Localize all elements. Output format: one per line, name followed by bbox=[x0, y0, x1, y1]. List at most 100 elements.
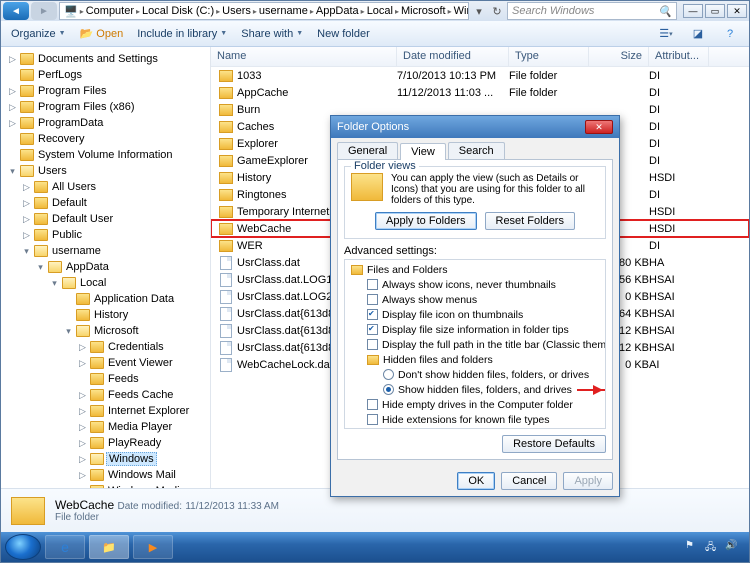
taskbar-explorer[interactable]: 📁 bbox=[89, 535, 129, 559]
tree-node[interactable]: ▷Public bbox=[3, 227, 210, 243]
open-button[interactable]: 📂 Open bbox=[80, 27, 124, 40]
tree-node[interactable]: ▾username bbox=[3, 243, 210, 259]
tree-node[interactable]: ▾Users bbox=[3, 163, 210, 179]
checkbox[interactable] bbox=[367, 324, 378, 335]
tree-node[interactable]: Recovery bbox=[3, 131, 210, 147]
file-row[interactable]: 10337/10/2013 10:13 PMFile folderDI bbox=[211, 67, 749, 84]
breadcrumb-item[interactable]: Windows bbox=[454, 5, 469, 17]
tree-twisty[interactable]: ▾ bbox=[49, 278, 60, 289]
adv-item[interactable]: Hide protected operating system files (R… bbox=[347, 427, 603, 429]
tree-twisty[interactable]: ▷ bbox=[21, 182, 32, 193]
tree-node[interactable]: ▾Local bbox=[3, 275, 210, 291]
tree-twisty[interactable]: ▷ bbox=[7, 102, 18, 113]
tree-node[interactable]: ▷Program Files bbox=[3, 83, 210, 99]
adv-item[interactable]: Show hidden files, folders, and drives bbox=[347, 382, 603, 397]
checkbox[interactable] bbox=[367, 294, 378, 305]
advanced-settings-list[interactable]: Files and FoldersAlways show icons, neve… bbox=[344, 259, 606, 429]
help-button[interactable]: ? bbox=[721, 25, 739, 43]
cancel-button[interactable]: Cancel bbox=[501, 472, 557, 490]
col-type[interactable]: Type bbox=[509, 47, 589, 66]
tree-node[interactable]: ▷Default User bbox=[3, 211, 210, 227]
tree-twisty[interactable]: ▷ bbox=[7, 54, 18, 65]
tray-network-icon[interactable]: 🖧 bbox=[705, 540, 719, 554]
system-tray[interactable]: ⚑ 🖧 🔊 bbox=[685, 540, 745, 554]
apply-button[interactable]: Apply bbox=[563, 472, 613, 490]
column-headers[interactable]: Name Date modified Type Size Attribut... bbox=[211, 47, 749, 67]
checkbox[interactable] bbox=[367, 339, 378, 350]
breadcrumb-item[interactable]: Local Disk (C:) bbox=[142, 5, 214, 17]
adv-item[interactable]: Display file size information in folder … bbox=[347, 322, 603, 337]
tree-node[interactable]: ▷Windows bbox=[3, 451, 210, 467]
tree-twisty[interactable]: ▷ bbox=[77, 358, 88, 369]
tree-twisty[interactable]: ▾ bbox=[63, 326, 74, 337]
forward-button[interactable]: ► bbox=[31, 2, 57, 20]
breadcrumb-item[interactable]: AppData bbox=[316, 5, 359, 17]
tree-twisty[interactable]: ▷ bbox=[77, 422, 88, 433]
tree-twisty[interactable]: ▷ bbox=[7, 86, 18, 97]
tree-node[interactable]: ▷Feeds Cache bbox=[3, 387, 210, 403]
adv-item[interactable]: Hidden files and folders bbox=[347, 352, 603, 367]
tree-node[interactable]: Application Data bbox=[3, 291, 210, 307]
tree-twisty[interactable]: ▷ bbox=[77, 470, 88, 481]
refresh-button[interactable]: ↻ bbox=[489, 5, 505, 18]
tree-node[interactable]: ▷Internet Explorer bbox=[3, 403, 210, 419]
new-folder-button[interactable]: New folder bbox=[317, 28, 370, 40]
checkbox[interactable] bbox=[367, 399, 378, 410]
breadcrumb-item[interactable]: username bbox=[259, 5, 308, 17]
share-with-menu[interactable]: Share with▼ bbox=[241, 28, 303, 40]
tree-node[interactable]: PerfLogs bbox=[3, 67, 210, 83]
search-input[interactable]: Search Windows 🔍 bbox=[507, 2, 677, 20]
tree-twisty[interactable]: ▷ bbox=[77, 406, 88, 417]
checkbox[interactable] bbox=[367, 414, 378, 425]
tree-node[interactable]: Feeds bbox=[3, 371, 210, 387]
tree-node[interactable]: ▷Media Player bbox=[3, 419, 210, 435]
col-date[interactable]: Date modified bbox=[397, 47, 509, 66]
organize-menu[interactable]: Organize▼ bbox=[11, 28, 66, 40]
tree-node[interactable]: ▷All Users bbox=[3, 179, 210, 195]
start-button[interactable] bbox=[5, 534, 41, 560]
ok-button[interactable]: OK bbox=[457, 472, 495, 490]
tree-node[interactable]: ▷Default bbox=[3, 195, 210, 211]
folder-tree[interactable]: ▷Documents and SettingsPerfLogs▷Program … bbox=[1, 47, 211, 488]
breadcrumb-item[interactable]: Users bbox=[222, 5, 251, 17]
breadcrumb-dropdown[interactable]: ▾ bbox=[471, 5, 487, 18]
tree-node[interactable]: ▷PlayReady bbox=[3, 435, 210, 451]
tray-volume-icon[interactable]: 🔊 bbox=[725, 540, 739, 554]
tab-view[interactable]: View bbox=[400, 143, 446, 160]
tree-node[interactable]: ▷Credentials bbox=[3, 339, 210, 355]
dialog-title[interactable]: Folder Options ✕ bbox=[331, 116, 619, 138]
breadcrumb-item[interactable]: Local bbox=[367, 5, 393, 17]
tree-twisty[interactable]: ▷ bbox=[21, 230, 32, 241]
adv-item[interactable]: Files and Folders bbox=[347, 262, 603, 277]
maximize-button[interactable]: ▭ bbox=[705, 4, 725, 18]
checkbox[interactable] bbox=[367, 309, 378, 320]
tree-twisty[interactable]: ▾ bbox=[7, 166, 18, 177]
tree-twisty[interactable]: ▷ bbox=[77, 390, 88, 401]
adv-item[interactable]: Hide extensions for known file types bbox=[347, 412, 603, 427]
tree-twisty[interactable]: ▾ bbox=[35, 262, 46, 273]
tree-twisty[interactable]: ▾ bbox=[21, 246, 32, 257]
dialog-close-button[interactable]: ✕ bbox=[585, 120, 613, 134]
tray-flag-icon[interactable]: ⚑ bbox=[685, 540, 699, 554]
tree-node[interactable]: ▷ProgramData bbox=[3, 115, 210, 131]
col-size[interactable]: Size bbox=[589, 47, 649, 66]
breadcrumb-item[interactable]: Microsoft bbox=[401, 5, 446, 17]
tree-node[interactable]: System Volume Information bbox=[3, 147, 210, 163]
breadcrumb[interactable]: 🖥️ ▸ Computer ▸ Local Disk (C:) ▸ Users … bbox=[59, 2, 469, 20]
tree-node[interactable]: ▾Microsoft bbox=[3, 323, 210, 339]
apply-to-folders-button[interactable]: Apply to Folders bbox=[375, 212, 476, 230]
adv-item[interactable]: Always show menus bbox=[347, 292, 603, 307]
adv-item[interactable]: Don't show hidden files, folders, or dri… bbox=[347, 367, 603, 382]
adv-item[interactable]: Hide empty drives in the Computer folder bbox=[347, 397, 603, 412]
tree-twisty[interactable]: ▷ bbox=[77, 438, 88, 449]
tree-twisty[interactable]: ▷ bbox=[21, 214, 32, 225]
include-library-menu[interactable]: Include in library▼ bbox=[137, 28, 227, 40]
col-attr[interactable]: Attribut... bbox=[649, 47, 709, 66]
minimize-button[interactable]: — bbox=[683, 4, 703, 18]
adv-item[interactable]: Display the full path in the title bar (… bbox=[347, 337, 603, 352]
tree-twisty[interactable]: ▷ bbox=[21, 198, 32, 209]
preview-pane-button[interactable]: ◪ bbox=[689, 25, 707, 43]
tab-search[interactable]: Search bbox=[448, 142, 505, 159]
tree-twisty[interactable]: ▷ bbox=[77, 342, 88, 353]
checkbox[interactable] bbox=[367, 279, 378, 290]
